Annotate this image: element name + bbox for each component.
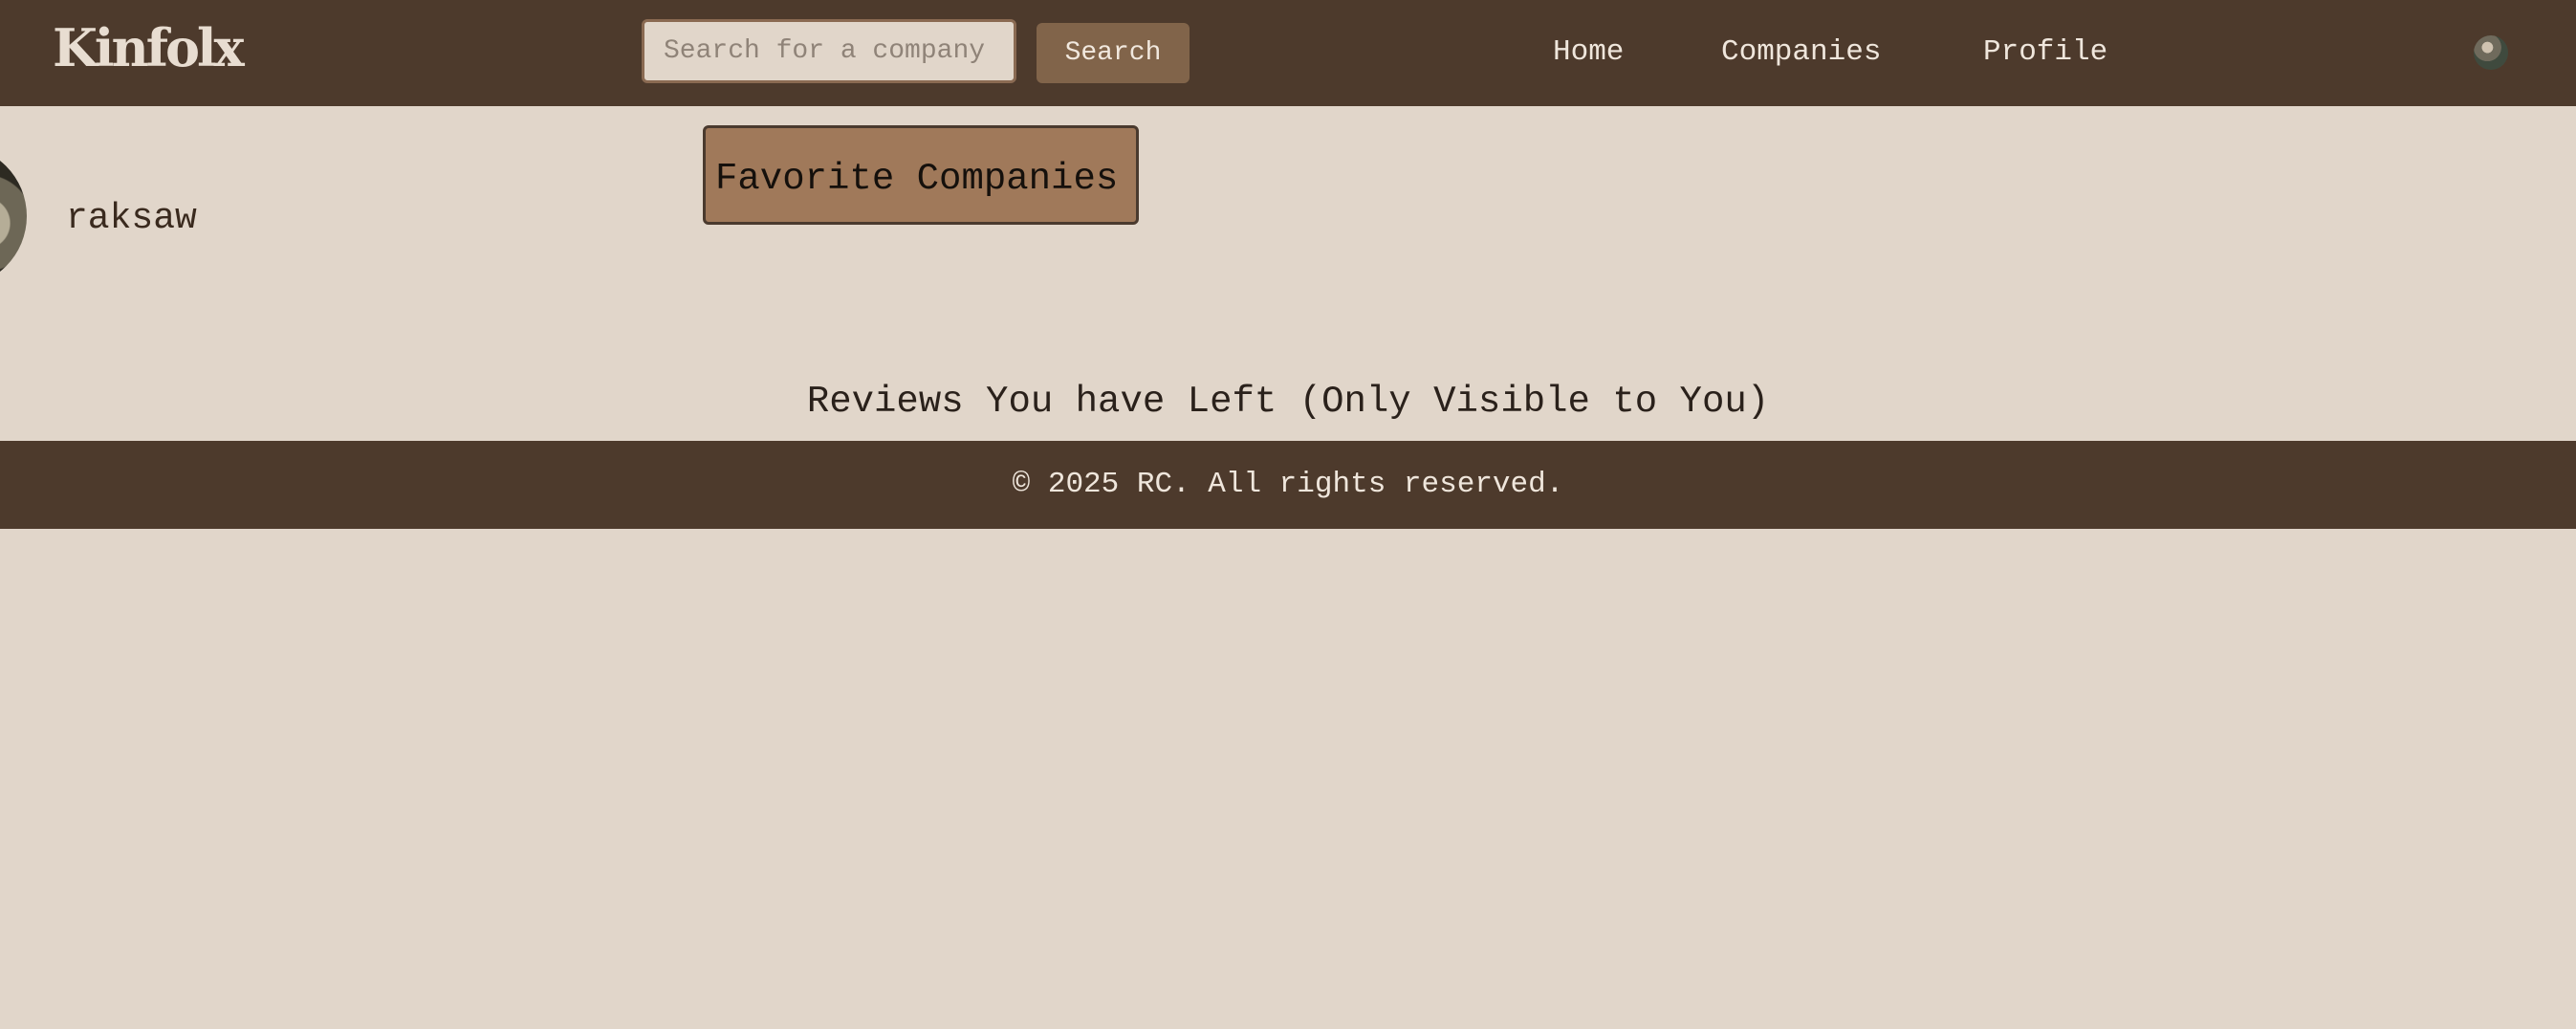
nav-companies-link[interactable]: Companies (1721, 33, 1881, 72)
nav-home-link[interactable]: Home (1553, 33, 1624, 72)
footer-copyright: © 2025 RC. All rights reserved. (1012, 468, 1564, 501)
profile-avatar (0, 145, 27, 287)
search-button[interactable]: Search (1037, 23, 1190, 83)
profile-username: raksaw (66, 198, 197, 239)
nav-profile-link[interactable]: Profile (1983, 33, 2107, 72)
user-avatar-button[interactable] (2474, 35, 2508, 70)
reviews-heading: Reviews You have Left (Only Visible to Y… (806, 381, 1770, 423)
company-search-input[interactable] (642, 19, 1016, 83)
favorite-companies-button[interactable]: Favorite Companies (703, 125, 1139, 225)
top-navbar: Kinfolx Search Home Companies Profile (0, 0, 2576, 106)
site-footer: © 2025 RC. All rights reserved. (0, 441, 2576, 529)
site-logo[interactable]: Kinfolx (53, 21, 245, 75)
